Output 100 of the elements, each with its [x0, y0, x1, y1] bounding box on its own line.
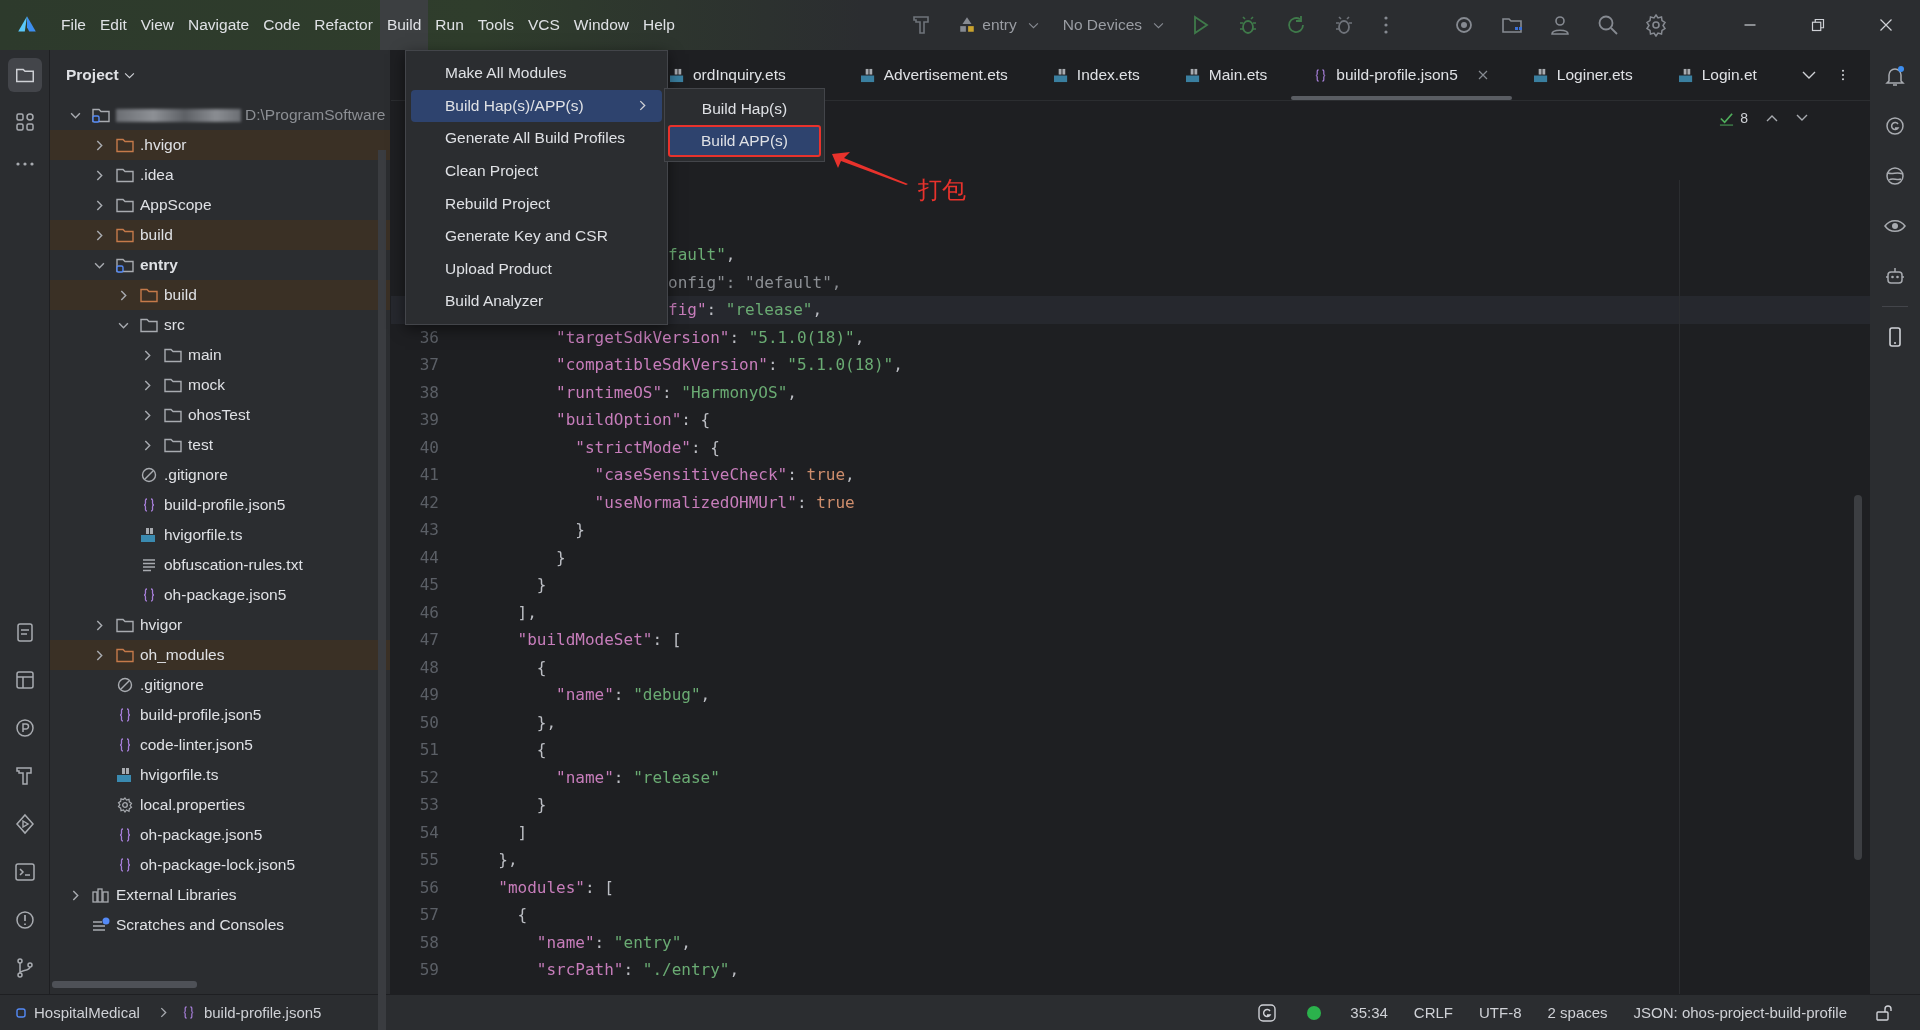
- file-tab[interactable]: Main.ets: [1163, 50, 1292, 100]
- json-schema[interactable]: JSON: ohos-project-build-profile: [1633, 1004, 1847, 1021]
- file-tab[interactable]: Login.et: [1656, 50, 1781, 100]
- menu-item[interactable]: Build APP(s): [668, 125, 821, 157]
- folder-icon: [140, 317, 158, 333]
- terminal-icon[interactable]: [12, 860, 37, 884]
- file-encoding[interactable]: UTF-8: [1479, 1004, 1522, 1021]
- tree-item[interactable]: Scratches and Consoles: [116, 916, 284, 934]
- chevron-icon: [1153, 21, 1164, 29]
- tree-item[interactable]: .gitignore: [164, 466, 228, 484]
- line-number: 57: [419, 905, 439, 925]
- menu-item[interactable]: Navigate: [181, 0, 257, 50]
- line-number: 47: [419, 630, 439, 650]
- problem-count[interactable]: 8: [1740, 110, 1748, 126]
- breadcrumb[interactable]: build-profile.json5: [203, 1004, 322, 1021]
- tree-item[interactable]: mock: [188, 376, 226, 394]
- menu-item[interactable]: Make All Modules: [411, 57, 662, 90]
- tree-item[interactable]: main: [188, 346, 222, 364]
- panel-title[interactable]: Project: [66, 66, 135, 84]
- line-number: 38: [419, 382, 439, 402]
- tree-item[interactable]: build: [140, 226, 173, 244]
- tree-item[interactable]: obfuscation-rules.txt: [164, 556, 303, 574]
- code-line: "compatibleSdkVersion": "5.1.0(18)",: [556, 355, 903, 375]
- tree-item[interactable]: oh_modules: [140, 646, 225, 664]
- menu-item[interactable]: Upload Product: [411, 252, 662, 286]
- tree-item[interactable]: External Libraries: [116, 886, 237, 904]
- lock-icon[interactable]: [1874, 1002, 1894, 1023]
- file-tab[interactable]: Index.ets: [1031, 50, 1164, 100]
- indent-setting[interactable]: 2 spaces: [1547, 1004, 1608, 1021]
- code-line: "name": "debug",: [556, 685, 711, 705]
- tree-item[interactable]: src: [164, 316, 185, 334]
- bell-icon[interactable]: [1883, 64, 1907, 88]
- tree-item[interactable]: build: [164, 286, 197, 304]
- tree-item[interactable]: build-profile.json5: [164, 496, 286, 514]
- module-folder-icon: [92, 107, 110, 123]
- tree-item[interactable]: .idea: [140, 166, 174, 184]
- breadcrumb[interactable]: HospitalMedical: [34, 1004, 140, 1021]
- settings-icon[interactable]: [1644, 13, 1668, 37]
- code-line: }: [536, 795, 547, 815]
- code-line: "caseSensitiveCheck": true,: [594, 465, 855, 485]
- menu-item[interactable]: Build: [379, 0, 429, 50]
- code-line: onfig": "default",: [668, 272, 842, 292]
- scrollbar[interactable]: [1854, 495, 1862, 860]
- tree-item[interactable]: hvigorfile.ts: [140, 766, 219, 784]
- line-number: 58: [419, 932, 439, 952]
- run-config-dropdown[interactable]: entry: [958, 16, 1039, 34]
- line-number: 40: [419, 437, 439, 457]
- tree-item[interactable]: .hvigor: [140, 136, 187, 154]
- line-number: 54: [419, 822, 439, 842]
- menu-item[interactable]: Refactor: [307, 0, 380, 50]
- code-line: "runtimeOS": "HarmonyOS",: [556, 382, 797, 402]
- tree-item[interactable]: ohosTest: [188, 406, 251, 424]
- menu-item[interactable]: Help: [636, 0, 682, 50]
- menu-item[interactable]: VCS: [520, 0, 567, 50]
- menu-item[interactable]: Clean Project: [411, 154, 662, 188]
- g-icon[interactable]: [1883, 114, 1907, 138]
- cursor-position[interactable]: 35:34: [1350, 1004, 1388, 1021]
- menu-item[interactable]: Generate Key and CSR: [411, 219, 662, 253]
- tree-item[interactable]: test: [188, 436, 213, 454]
- menu-item[interactable]: Rebuild Project: [411, 187, 662, 220]
- ets-file-icon: [669, 67, 686, 83]
- tree-item[interactable]: code-linter.json5: [140, 736, 253, 754]
- tree-item[interactable]: hvigorfile.ts: [164, 526, 243, 544]
- line-ending[interactable]: CRLF: [1413, 1004, 1454, 1021]
- menu-item[interactable]: Edit: [93, 0, 134, 50]
- menu-item[interactable]: File: [54, 0, 93, 50]
- project-tool-button[interactable]: [7, 58, 42, 92]
- device-dropdown[interactable]: No Devices: [1062, 16, 1164, 34]
- menu-item[interactable]: Tools: [470, 0, 521, 50]
- search-icon[interactable]: [1596, 13, 1620, 37]
- tree-item[interactable]: oh-package.json5: [140, 826, 263, 844]
- close-icon[interactable]: [1477, 70, 1488, 80]
- file-tab[interactable]: Loginer.ets: [1511, 50, 1657, 100]
- tree-item[interactable]: AppScope: [140, 196, 212, 214]
- scrollbar[interactable]: [52, 981, 197, 988]
- tree-item[interactable]: oh-package.json5: [164, 586, 287, 604]
- tree-item[interactable]: local.properties: [140, 796, 246, 814]
- menu-item[interactable]: Window: [566, 0, 636, 50]
- menu-item[interactable]: Build Analyzer: [411, 285, 662, 318]
- g-icon[interactable]: [1257, 1002, 1278, 1023]
- file-tab[interactable]: build-profile.json5: [1291, 50, 1512, 100]
- code-line: "useNormalizedOHMUrl": true: [594, 492, 855, 512]
- menu-item[interactable]: Code: [256, 0, 308, 50]
- check-icon[interactable]: [1719, 110, 1735, 126]
- line-number: 43: [419, 520, 439, 540]
- menu-item[interactable]: Run: [428, 0, 471, 50]
- menu-item[interactable]: View: [133, 0, 182, 50]
- menu-item[interactable]: Build Hap(s)/APP(s): [411, 89, 662, 123]
- tree-item[interactable]: .gitignore: [140, 676, 204, 694]
- folder-icon: [116, 197, 134, 213]
- scrollbar[interactable]: [378, 150, 386, 1030]
- tree-item[interactable]: hvigor: [140, 616, 183, 634]
- tree-item[interactable]: D:\ProgramSoftware: [245, 106, 386, 124]
- globe-icon[interactable]: [1883, 164, 1907, 188]
- menu-item[interactable]: Generate All Build Profiles: [411, 122, 662, 155]
- person-icon[interactable]: [1548, 13, 1572, 37]
- tree-item[interactable]: entry: [140, 256, 178, 274]
- file-tab[interactable]: Advertisement.ets: [838, 50, 1032, 100]
- tree-item[interactable]: oh-package-lock.json5: [140, 856, 296, 874]
- tree-item[interactable]: build-profile.json5: [140, 706, 262, 724]
